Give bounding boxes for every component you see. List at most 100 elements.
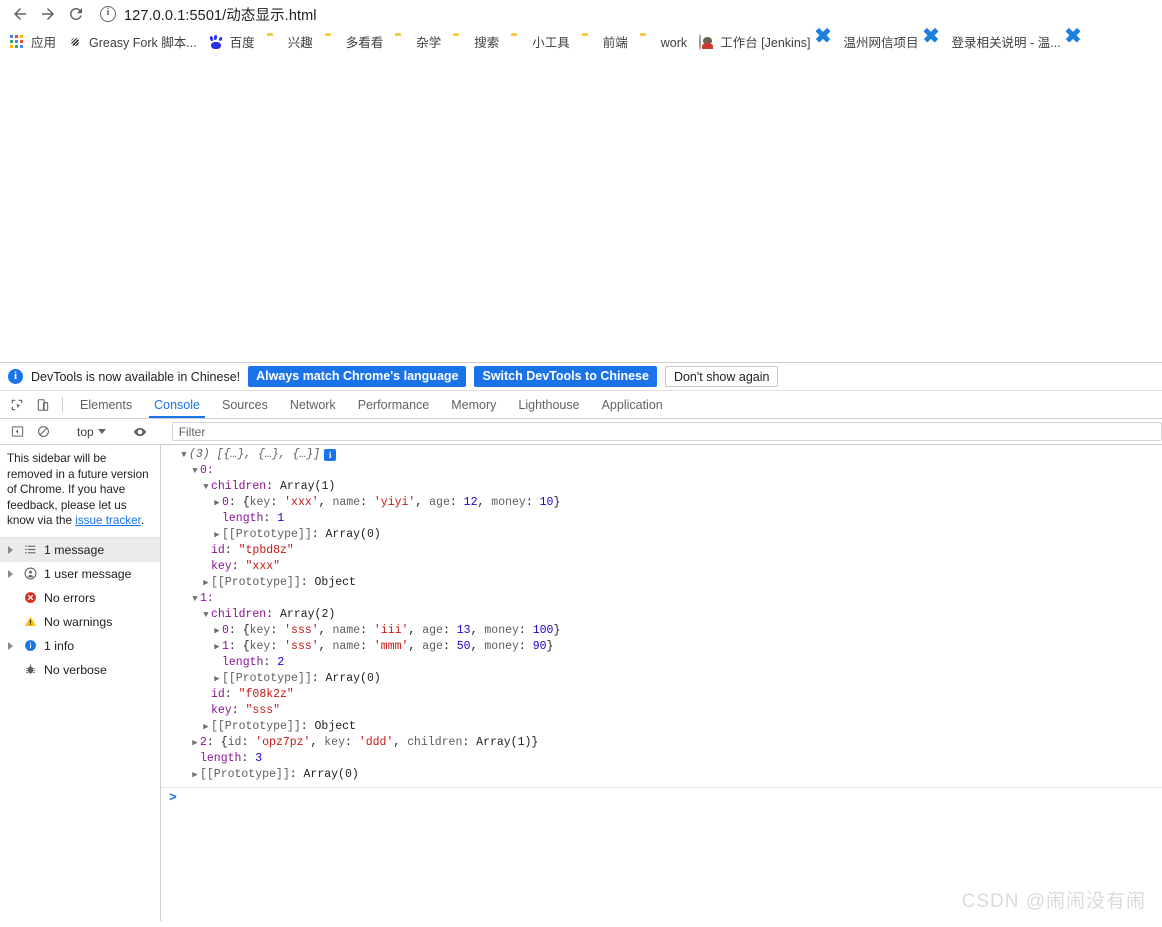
console-token: : (231, 704, 246, 717)
expand-arrow-icon[interactable]: ▶ (190, 767, 200, 783)
expand-arrow-icon[interactable]: ▶ (201, 719, 211, 735)
console-tree-line[interactable]: ▶ 2: {id: 'opz7pz', key: 'ddd', children:… (161, 735, 1162, 751)
expand-arrow-icon[interactable] (4, 569, 16, 578)
bookmark-baidu[interactable]: 百度 (203, 33, 261, 53)
console-token: 10 (539, 496, 554, 509)
sidebar-item-messages[interactable]: 1 message (0, 537, 160, 562)
console-token: length (222, 656, 264, 669)
console-token: age (422, 640, 443, 653)
bookmark-folder-xingqu[interactable]: 兴趣 (261, 33, 319, 53)
error-icon (21, 591, 39, 604)
expand-arrow-icon[interactable] (4, 641, 16, 650)
forward-button[interactable] (34, 0, 62, 28)
console-output[interactable]: ▼ (3) [{…}, {…}, {…}] i ▼ 0: ▼ children: Ar… (161, 445, 1162, 921)
console-tree-line[interactable]: length: 1 (161, 511, 1162, 527)
sidebar-item-verbose[interactable]: No verbose (0, 658, 160, 682)
console-prompt[interactable]: > (161, 788, 1162, 808)
console-tree-line[interactable]: length: 2 (161, 655, 1162, 671)
bookmark-folder-qianduan[interactable]: 前端 (576, 33, 634, 53)
toggle-console-sidebar-button[interactable] (4, 419, 30, 444)
collapse-arrow-icon[interactable]: ▼ (179, 447, 189, 463)
tab-sources[interactable]: Sources (211, 391, 279, 418)
console-tree-line[interactable]: key: "xxx" (161, 559, 1162, 575)
folder-icon (325, 35, 341, 51)
bookmark-folder-work[interactable]: work (634, 33, 693, 53)
bookmark-jenkins[interactable]: 工作台 [Jenkins] (693, 33, 816, 53)
console-tree-line[interactable]: ▶ [[Prototype]]: Object (161, 575, 1162, 591)
console-tree-line[interactable]: ▶ 1: {key: 'sss', name: 'mmm', age: 50, m… (161, 639, 1162, 655)
console-tree-line[interactable]: id: "f08k2z" (161, 687, 1162, 703)
expand-arrow-icon[interactable]: ▶ (212, 671, 222, 687)
device-toolbar-icon[interactable] (30, 391, 56, 418)
bookmark-greasy-fork[interactable]: Greasy Fork 脚本... (62, 33, 203, 53)
expand-arrow-icon[interactable]: ▶ (190, 735, 200, 751)
array-preview: [{…}, {…}, {…}] (216, 448, 321, 461)
console-tree-line[interactable]: ▶ [[Prototype]]: Array(0) (161, 671, 1162, 687)
collapse-arrow-icon[interactable]: ▼ (201, 479, 211, 495)
inspect-element-icon[interactable] (4, 391, 30, 418)
bookmark-overflow-item[interactable] (1067, 33, 1095, 53)
tab-console[interactable]: Console (143, 391, 211, 418)
filter-input[interactable] (171, 422, 1162, 441)
sidebar-item-info[interactable]: 1 info (0, 634, 160, 658)
console-tree-line[interactable]: ▼ 1: (161, 591, 1162, 607)
switch-to-chinese-button[interactable]: Switch DevTools to Chinese (474, 366, 657, 387)
tab-lighthouse[interactable]: Lighthouse (507, 391, 590, 418)
reload-button[interactable] (62, 0, 90, 28)
console-array-header[interactable]: ▼ (3) [{…}, {…}, {…}] i (161, 447, 1162, 463)
console-token: : { (228, 496, 250, 509)
bookmark-apps[interactable]: 应用 (4, 33, 62, 53)
bookmark-folder-zaxue[interactable]: 杂学 (389, 33, 447, 53)
live-expression-button[interactable] (127, 419, 153, 444)
address-bar[interactable]: i 127.0.0.1:5501/动态显示.html (100, 1, 1156, 27)
collapse-arrow-icon[interactable]: ▼ (190, 591, 200, 607)
console-tree-line[interactable]: ▶ [[Prototype]]: Array(0) (161, 527, 1162, 543)
console-tree-line[interactable]: ▼ children: Array(2) (161, 607, 1162, 623)
console-tree-line[interactable]: id: "tpbd8z" (161, 543, 1162, 559)
sidebar-item-errors[interactable]: No errors (0, 586, 160, 610)
bookmark-wenzhou-project[interactable]: 温州网信项目 (817, 33, 925, 53)
sidebar-item-label: No verbose (44, 662, 107, 677)
back-button[interactable] (6, 0, 34, 28)
expand-arrow-icon[interactable]: ▶ (212, 495, 222, 511)
console-token: Array(2) (280, 608, 336, 621)
console-tree-line[interactable]: ▶ 0: {key: 'xxx', name: 'yiyi', age: 12, … (161, 495, 1162, 511)
expand-arrow-icon[interactable]: ▶ (212, 639, 222, 655)
back-arrow-icon (14, 8, 26, 20)
tab-performance[interactable]: Performance (347, 391, 441, 418)
tab-application[interactable]: Application (591, 391, 674, 418)
always-match-language-button[interactable]: Always match Chrome's language (248, 366, 467, 387)
clear-console-button[interactable] (30, 419, 56, 444)
expand-arrow-icon[interactable]: ▶ (212, 527, 222, 543)
expand-arrow-icon[interactable]: ▶ (212, 623, 222, 639)
console-tree-line[interactable]: ▶ 0: {key: 'sss', name: 'iii', age: 13, m… (161, 623, 1162, 639)
console-token: : (224, 688, 239, 701)
bookmark-login-doc[interactable]: 登录相关说明 - 温... (925, 33, 1067, 53)
dont-show-again-button[interactable]: Don't show again (664, 366, 779, 387)
console-tree-line[interactable]: ▶ [[Prototype]]: Object (161, 719, 1162, 735)
tab-elements[interactable]: Elements (69, 391, 143, 418)
console-token: : (442, 640, 457, 653)
sidebar-item-user-messages[interactable]: 1 user message (0, 562, 160, 586)
expand-arrow-icon[interactable]: ▶ (201, 575, 211, 591)
expand-arrow-icon[interactable] (4, 545, 16, 554)
sidebar-item-warnings[interactable]: No warnings (0, 610, 160, 634)
tab-network[interactable]: Network (279, 391, 347, 418)
bookmark-label: 小工具 (532, 36, 570, 50)
console-tree-line[interactable]: ▼ 0: (161, 463, 1162, 479)
issue-tracker-link[interactable]: issue tracker (75, 514, 141, 527)
execution-context-selector[interactable]: top (69, 425, 114, 439)
collapse-arrow-icon[interactable]: ▼ (190, 463, 200, 479)
bookmark-folder-duokankan[interactable]: 多看看 (319, 33, 390, 53)
console-tree-line[interactable]: key: "sss" (161, 703, 1162, 719)
bookmark-folder-sousuo[interactable]: 搜索 (447, 33, 505, 53)
tab-memory[interactable]: Memory (440, 391, 507, 418)
console-tree-line[interactable]: ▼ children: Array(1) (161, 479, 1162, 495)
site-info-icon[interactable]: i (100, 6, 116, 22)
toolbar-divider (62, 397, 63, 412)
console-tree-line[interactable]: length: 3 (161, 751, 1162, 767)
collapse-arrow-icon[interactable]: ▼ (201, 607, 211, 623)
console-token: } (546, 640, 554, 653)
console-tree-line[interactable]: ▶ [[Prototype]]: Array(0) (161, 767, 1162, 783)
bookmark-folder-xiaogongju[interactable]: 小工具 (505, 33, 576, 53)
